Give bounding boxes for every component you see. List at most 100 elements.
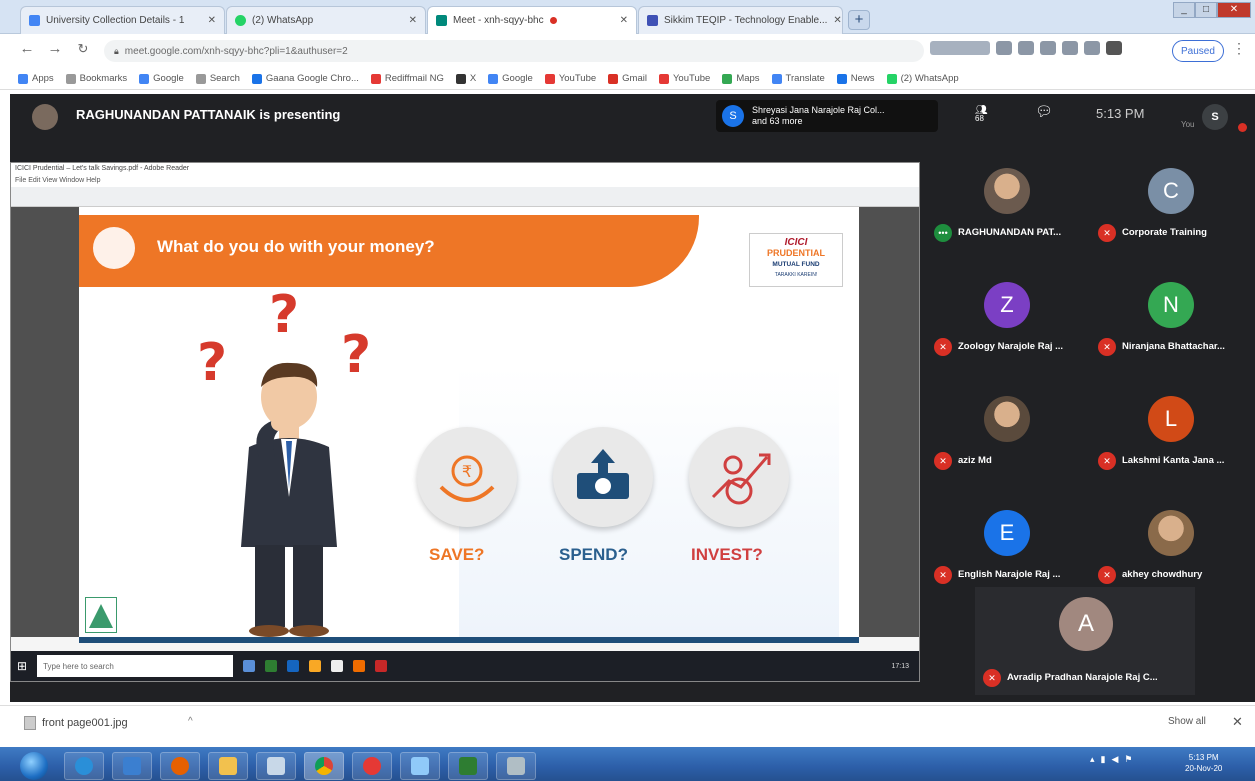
participant-tile[interactable]: L ✕ Lakshmi Kanta Jana ...: [1092, 382, 1250, 488]
bookmark-label: Apps: [32, 73, 54, 84]
chrome-icon[interactable]: [304, 752, 344, 780]
windows-start-orb-icon[interactable]: [20, 752, 48, 780]
reload-icon[interactable]: ↻: [72, 41, 94, 57]
notes-icon[interactable]: [256, 752, 296, 780]
excel-icon[interactable]: [448, 752, 488, 780]
explorer-folder-icon[interactable]: [208, 752, 248, 780]
bookmark-item[interactable]: Google: [139, 73, 184, 84]
bookmark-item[interactable]: Gaana Google Chro...: [251, 73, 359, 84]
participant-tile[interactable]: ✕ aziz Md: [928, 382, 1086, 488]
store-icon: [331, 660, 344, 672]
bookmark-item[interactable]: Google: [488, 73, 533, 84]
thinking-man-illustration: [241, 362, 337, 637]
maximize-icon[interactable]: □: [1195, 2, 1217, 18]
profile-avatar-icon[interactable]: [1106, 41, 1122, 55]
chat-icon: 💬︎: [1035, 103, 1053, 119]
back-arrow-icon[interactable]: ←: [16, 40, 38, 57]
extension-icon[interactable]: [1084, 41, 1100, 55]
tab-google-meet[interactable]: Meet - xnh-sqyy-bhc ✕: [427, 6, 637, 34]
bookmark-item[interactable]: Maps: [722, 73, 760, 84]
shared-windows-taskbar: ⊞ Type here to search 17:13: [11, 651, 919, 681]
tab-university-collection[interactable]: University Collection Details - 1 ✕: [20, 6, 225, 34]
address-bar[interactable]: 🔒︎ meet.google.com/xnh-sqyy-bhc?pli=1&au…: [104, 40, 924, 62]
bookmark-item[interactable]: Translate: [771, 73, 825, 84]
extension-icon[interactable]: [1018, 41, 1034, 55]
bookmark-label: (2) WhatsApp: [900, 73, 959, 84]
download-options-caret[interactable]: ^: [188, 716, 193, 727]
document-gutter-left: [11, 207, 79, 637]
bookmark-item[interactable]: Apps: [18, 73, 54, 84]
system-tray: ▴ ▮ ◀︎ ⚑: [1090, 754, 1132, 765]
chrome-menu-icon[interactable]: ⋮: [1232, 40, 1246, 57]
extension-icon[interactable]: [1040, 41, 1056, 55]
shared-taskbar-clock: 17:13: [891, 662, 909, 670]
chat-button[interactable]: 💬︎: [1035, 103, 1053, 120]
screen-icon[interactable]: [400, 752, 440, 780]
presenter-avatar: [32, 104, 58, 130]
new-tab-button[interactable]: +: [848, 10, 870, 30]
reader-toolbar: [11, 187, 919, 207]
window-controls: _ □ ✕: [1173, 2, 1251, 20]
taskbar-clock[interactable]: 5:13 PM 20-Nov-20: [1185, 752, 1222, 774]
show-all-downloads-link[interactable]: Show all: [1168, 716, 1206, 727]
participant-name: Zoology Narajole Raj ...: [958, 341, 1064, 352]
participant-tile[interactable]: Z ✕ Zoology Narajole Raj ...: [928, 268, 1086, 374]
download-item[interactable]: front page001.jpg: [24, 716, 128, 730]
firefox-icon[interactable]: [160, 752, 200, 780]
participant-tile[interactable]: N ✕ Niranjana Bhattachar...: [1092, 268, 1250, 374]
profile-paused-button[interactable]: Paused: [1172, 40, 1224, 62]
participant-tile[interactable]: ••• RAGHUNANDAN PAT...: [928, 154, 1086, 260]
star-icon[interactable]: [996, 41, 1012, 55]
extension-icon[interactable]: [930, 41, 990, 55]
participant-tile[interactable]: C ✕ Corporate Training: [1092, 154, 1250, 260]
browser-tab-strip: University Collection Details - 1 ✕ (2) …: [0, 0, 1255, 34]
shared-screen: ICICI Prudential – Let's talk Savings.pd…: [10, 162, 920, 682]
network-icon[interactable]: ▮: [1101, 754, 1106, 765]
tab-whatsapp[interactable]: (2) WhatsApp ✕: [226, 6, 426, 34]
minimize-icon[interactable]: _: [1173, 2, 1195, 18]
participant-avatar: Z: [984, 282, 1030, 328]
tab-close-icon[interactable]: ✕: [409, 15, 417, 26]
participant-tile-large[interactable]: A ✕ Avradip Pradhan Narajole Raj C...: [975, 587, 1195, 695]
people-button[interactable]: 👥︎ 68: [975, 105, 988, 123]
volume-icon[interactable]: ◀︎: [1111, 754, 1118, 765]
media-icon[interactable]: [112, 752, 152, 780]
mic-off-icon: ✕: [1098, 224, 1116, 242]
self-avatar[interactable]: S: [1202, 104, 1228, 130]
extension-icons: [930, 41, 1122, 55]
extension-icon[interactable]: [1062, 41, 1078, 55]
bookmark-item[interactable]: Bookmarks: [65, 73, 127, 84]
forward-arrow-icon[interactable]: →: [44, 40, 66, 57]
close-window-icon[interactable]: ✕: [1217, 2, 1251, 18]
close-download-shelf-icon[interactable]: ✕: [1232, 714, 1243, 730]
tab-close-icon[interactable]: ✕: [208, 15, 216, 26]
app-icon[interactable]: [496, 752, 536, 780]
bookmark-item[interactable]: Rediffmail NG: [370, 73, 444, 84]
bookmark-item[interactable]: Search: [195, 73, 240, 84]
download-filename: front page001.jpg: [42, 717, 128, 729]
attendees-summary[interactable]: S Shreyasi Jana Narajole Raj Col... and …: [716, 100, 938, 132]
tab-close-icon[interactable]: ✕: [620, 15, 628, 26]
url-text: meet.google.com/xnh-sqyy-bhc?pli=1&authu…: [124, 45, 348, 57]
muted-badge-icon: [1238, 123, 1247, 132]
ie-icon[interactable]: [64, 752, 104, 780]
meet-clock: 5:13 PM: [1096, 106, 1145, 121]
tab-close-icon[interactable]: ✕: [833, 15, 841, 26]
bookmark-favicon-icon: [544, 73, 555, 84]
bookmark-item[interactable]: YouTube: [658, 73, 710, 84]
bookmark-item[interactable]: X: [455, 73, 476, 84]
participant-avatar: N: [1148, 282, 1194, 328]
yandex-icon[interactable]: [352, 752, 392, 780]
participant-avatar: C: [1148, 168, 1194, 214]
flag-icon[interactable]: ⚑: [1124, 754, 1132, 765]
bookmark-item[interactable]: YouTube: [544, 73, 596, 84]
bookmark-item[interactable]: News: [836, 73, 875, 84]
speaking-indicator-icon: •••: [934, 224, 952, 242]
tray-arrow-icon[interactable]: ▴: [1090, 754, 1095, 765]
bookmark-item[interactable]: (2) WhatsApp: [886, 73, 959, 84]
college-logo-icon: [85, 597, 117, 633]
tab-sikkim-teqip[interactable]: Sikkim TEQIP - Technology Enable... ✕: [638, 6, 843, 34]
bookmark-favicon-icon: [608, 73, 619, 84]
bookmark-item[interactable]: Gmail: [608, 73, 647, 84]
participant-name: RAGHUNANDAN PAT...: [958, 227, 1062, 238]
